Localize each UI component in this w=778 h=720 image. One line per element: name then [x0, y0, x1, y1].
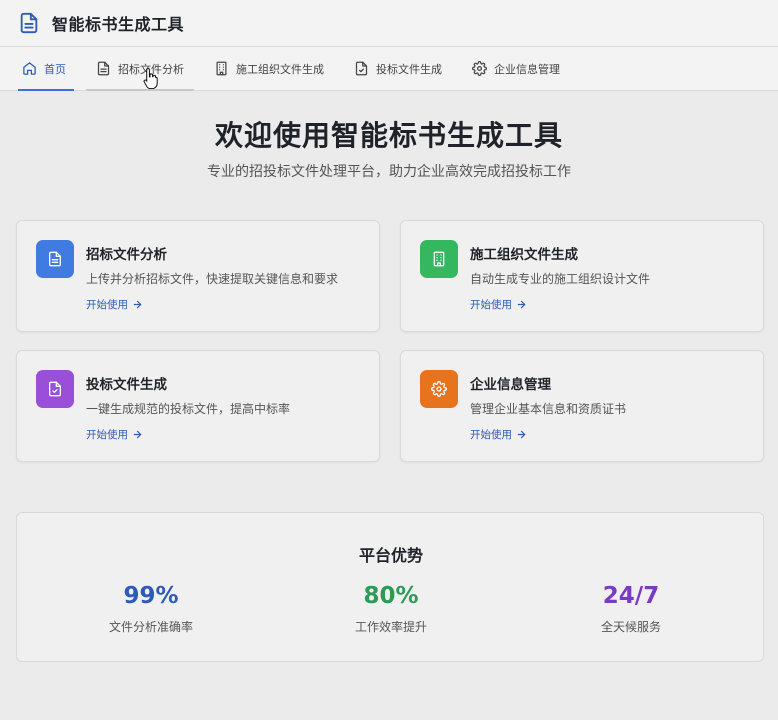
page-title: 欢迎使用智能标书生成工具: [214, 119, 563, 152]
link-label: 开始使用: [86, 299, 128, 311]
stat-value: 24/7: [602, 583, 660, 609]
card-icon-badge: [36, 240, 74, 278]
file-check-icon: [49, 381, 61, 397]
stat-label: 工作效率提升: [354, 620, 427, 634]
card-title: 企业信息管理: [470, 377, 551, 393]
link-label: 开始使用: [470, 429, 512, 441]
gear-icon: [472, 61, 487, 76]
nav-item-construction-doc[interactable]: 施工组织文件生成: [204, 47, 334, 90]
document-icon: [97, 61, 110, 76]
app-header: 智能标书生成工具: [0, 0, 778, 47]
arrow-right-icon: [133, 430, 142, 439]
hand-cursor-icon: [143, 67, 158, 89]
arrow-right-icon: [133, 300, 142, 309]
card-start-link[interactable]: 开始使用: [86, 297, 143, 312]
building-icon: [433, 251, 445, 267]
card-title: 施工组织文件生成: [470, 247, 578, 263]
stat-value: 99%: [123, 583, 179, 609]
card-description: 自动生成专业的施工组织设计文件: [470, 272, 651, 286]
stat-label: 全天候服务: [600, 620, 661, 634]
nav-label: 施工组织文件生成: [236, 62, 324, 76]
advantages-panel: 平台优势 99% 文件分析准确率 80% 工作效率提升 24/7 全天候服务: [16, 512, 764, 662]
main-nav: 首页 招标文件分析 施工组织文件生成 投标文件生成 企业信息管理: [0, 47, 778, 91]
nav-label: 企业信息管理: [494, 62, 560, 76]
card-title: 投标文件生成: [86, 377, 167, 393]
card-icon-badge: [420, 240, 458, 278]
card-title: 招标文件分析: [86, 247, 167, 263]
link-label: 开始使用: [470, 299, 512, 311]
card-icon-badge: [36, 370, 74, 408]
card-start-link[interactable]: 开始使用: [470, 427, 527, 442]
feature-card-company-info[interactable]: 企业信息管理 管理企业基本信息和资质证书 开始使用: [400, 350, 764, 462]
feature-card-construction-doc[interactable]: 施工组织文件生成 自动生成专业的施工组织设计文件 开始使用: [400, 220, 764, 332]
feature-card-bid-doc[interactable]: 投标文件生成 一键生成规范的投标文件，提高中标率 开始使用: [16, 350, 380, 462]
document-icon: [20, 12, 38, 34]
advantages-title: 平台优势: [358, 546, 423, 565]
nav-label: 投标文件生成: [376, 62, 442, 76]
document-icon: [49, 251, 61, 267]
stat-value: 80%: [363, 583, 419, 609]
nav-item-company-info[interactable]: 企业信息管理: [462, 47, 570, 90]
building-icon: [216, 61, 227, 76]
gear-icon: [431, 381, 447, 397]
card-icon-badge: [420, 370, 458, 408]
nav-item-tender-analysis[interactable]: 招标文件分析: [86, 47, 194, 91]
file-check-icon: [355, 61, 368, 76]
link-label: 开始使用: [86, 429, 128, 441]
arrow-right-icon: [517, 430, 526, 439]
card-start-link[interactable]: 开始使用: [86, 427, 143, 442]
home-icon: [23, 62, 36, 75]
feature-card-tender-analysis[interactable]: 招标文件分析 上传并分析招标文件，快速提取关键信息和要求 开始使用: [16, 220, 380, 332]
stat-label: 文件分析准确率: [108, 620, 193, 634]
card-description: 管理企业基本信息和资质证书: [470, 402, 627, 416]
stat-service: 24/7 全天候服务: [531, 583, 731, 635]
card-start-link[interactable]: 开始使用: [470, 297, 527, 312]
card-description: 上传并分析招标文件，快速提取关键信息和要求: [86, 272, 339, 286]
stat-accuracy: 99% 文件分析准确率: [51, 583, 251, 635]
app-title: 智能标书生成工具: [52, 15, 185, 34]
arrow-right-icon: [517, 300, 526, 309]
nav-label: 首页: [44, 62, 66, 76]
page-subtitle: 专业的招投标文件处理平台，助力企业高效完成招投标工作: [207, 164, 571, 180]
nav-item-home[interactable]: 首页: [12, 47, 76, 91]
nav-item-bid-doc[interactable]: 投标文件生成: [344, 47, 452, 90]
card-description: 一键生成规范的投标文件，提高中标率: [86, 402, 291, 416]
stat-efficiency: 80% 工作效率提升: [291, 583, 491, 635]
